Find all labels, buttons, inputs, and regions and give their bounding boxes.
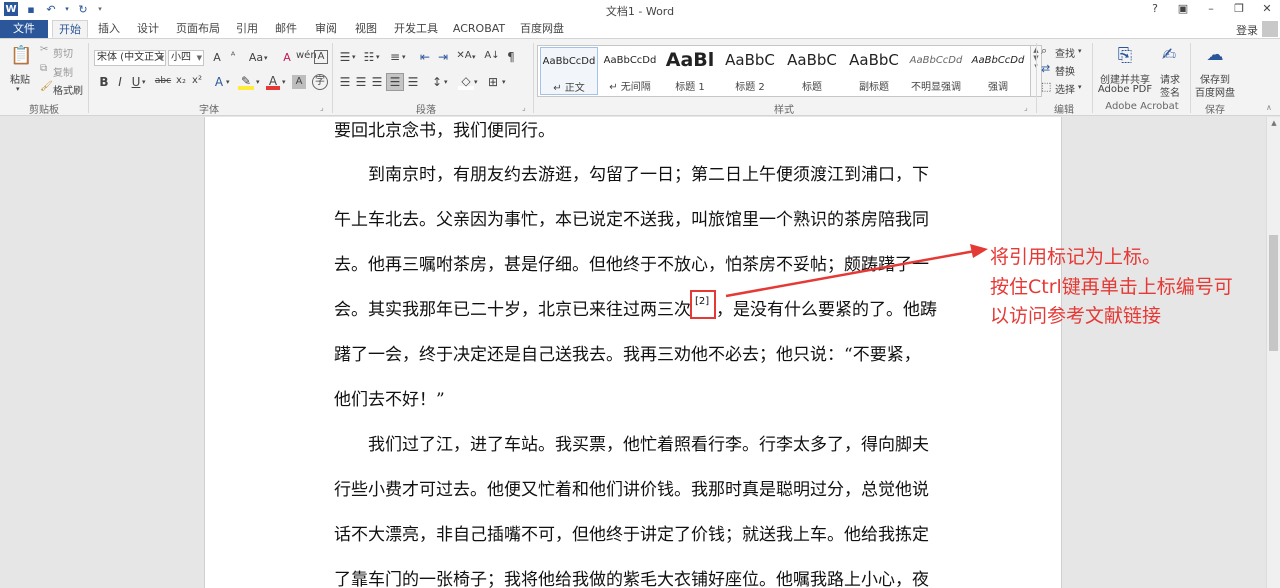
annotation-text-line3: 以访问参考文献链接 <box>990 305 1162 327</box>
annotation-text-line2: 按住Ctrl键再单击上标编号可 <box>990 276 1233 298</box>
arrow-shaft <box>725 249 976 298</box>
annotation-text-line1: 将引用标记为上标。 <box>990 246 1162 268</box>
arrow-head <box>970 244 988 258</box>
